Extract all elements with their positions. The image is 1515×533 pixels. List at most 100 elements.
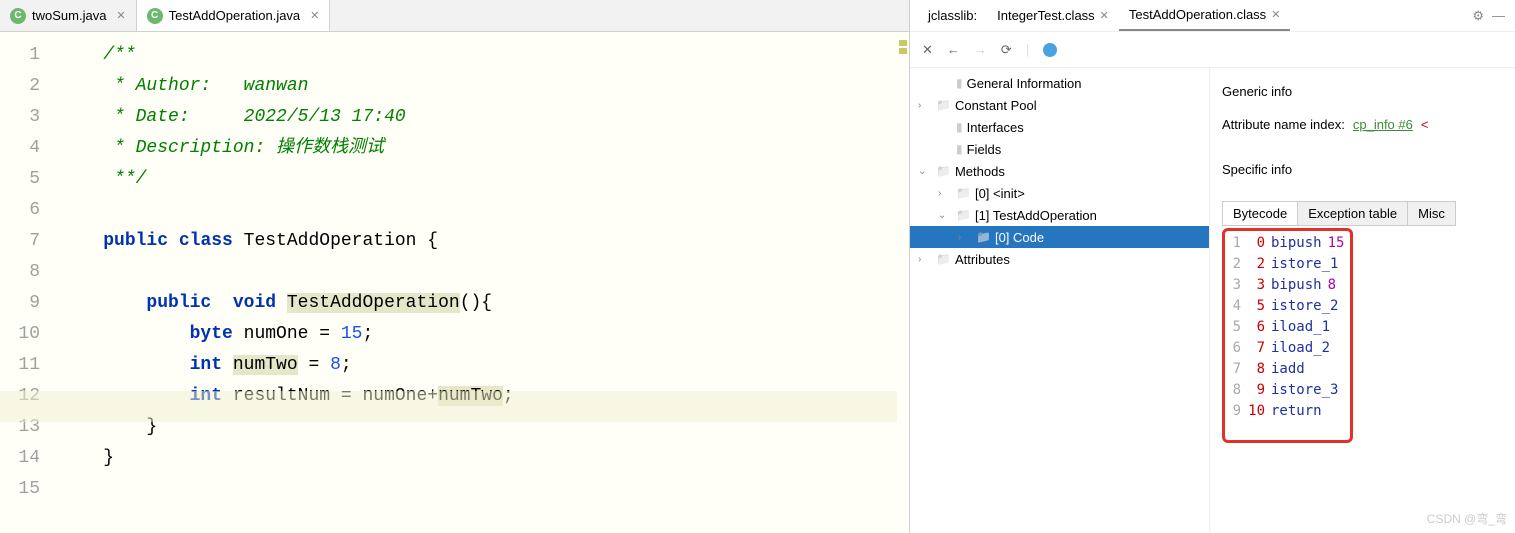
- chevron-icon[interactable]: ›: [918, 100, 932, 111]
- bc-offset: 3: [1243, 275, 1265, 296]
- bytecode-line[interactable]: 56iload_1: [1227, 317, 1344, 338]
- line-gutter: 123 456 789 101112 131415: [0, 32, 60, 533]
- tab-exception-table[interactable]: Exception table: [1298, 202, 1408, 225]
- link-arrow-icon: <: [1421, 117, 1429, 132]
- bc-opcode: return: [1271, 401, 1322, 422]
- bc-opcode: bipush: [1271, 275, 1322, 296]
- code-area[interactable]: 123 456 789 101112 131415 /** * Author: …: [0, 32, 909, 533]
- tree-label: Methods: [955, 164, 1005, 179]
- bytecode-line[interactable]: 10bipush15: [1227, 233, 1344, 254]
- file-icon: ▮: [956, 142, 963, 156]
- close-icon[interactable]: ✕: [922, 42, 933, 58]
- bc-offset: 8: [1243, 359, 1265, 380]
- back-icon[interactable]: ←: [947, 42, 960, 57]
- tab-twosum[interactable]: C twoSum.java ✕: [0, 0, 137, 31]
- bc-line-num: 5: [1227, 317, 1241, 338]
- bc-opcode: iadd: [1271, 359, 1305, 380]
- class-tree[interactable]: ▮ General Information › 📁 Constant Pool ▮ Inte…: [910, 68, 1210, 533]
- tree-label: General Information: [967, 76, 1082, 91]
- bytecode-line[interactable]: 33bipush8: [1227, 275, 1344, 296]
- tree-label: [1] TestAddOperation: [975, 208, 1097, 223]
- file-icon: ▮: [956, 120, 963, 134]
- tree-label: Constant Pool: [955, 98, 1037, 113]
- marker[interactable]: [899, 40, 907, 46]
- jclass-title: jclasslib:: [918, 8, 987, 23]
- bytecode-line[interactable]: 89istore_3: [1227, 380, 1344, 401]
- editor-tabs: C twoSum.java ✕ C TestAddOperation.java …: [0, 0, 909, 32]
- jclasslib-pane: jclasslib: IntegerTest.class ✕ TestAddOp…: [910, 0, 1515, 533]
- bc-offset: 10: [1243, 401, 1265, 422]
- cp-info-link[interactable]: cp_info #6: [1353, 117, 1413, 132]
- attr-name-row: Attribute name index: cp_info #6 <: [1222, 117, 1503, 132]
- globe-icon[interactable]: [1043, 43, 1057, 57]
- chevron-icon[interactable]: ⌄: [938, 210, 952, 221]
- bytecode-tabs: Bytecode Exception table Misc: [1222, 201, 1456, 226]
- jclass-tabbar: jclasslib: IntegerTest.class ✕ TestAddOp…: [910, 0, 1515, 32]
- jclass-tab-testaddoperation[interactable]: TestAddOperation.class ✕: [1119, 0, 1291, 31]
- bc-offset: 2: [1243, 254, 1265, 275]
- tree-label: Interfaces: [967, 120, 1024, 135]
- tab-bytecode[interactable]: Bytecode: [1223, 202, 1298, 225]
- reload-icon[interactable]: ⟳: [1001, 42, 1012, 58]
- tree-label: [0] <init>: [975, 186, 1025, 201]
- tree-row[interactable]: › 📁 [0] <init>: [910, 182, 1209, 204]
- tab-label: twoSum.java: [32, 8, 106, 23]
- close-icon[interactable]: ✕: [1100, 9, 1109, 22]
- tree-row[interactable]: › 📁 Constant Pool: [910, 94, 1209, 116]
- bc-line-num: 4: [1227, 296, 1241, 317]
- tab-misc[interactable]: Misc: [1408, 202, 1455, 225]
- tree-row[interactable]: ›📁Attributes: [910, 248, 1209, 270]
- tree-row[interactable]: ▮ General Information: [910, 72, 1209, 94]
- gear-icon[interactable]: ⚙: [1472, 8, 1484, 24]
- jclass-tab-integertest[interactable]: IntegerTest.class ✕: [987, 0, 1119, 31]
- chevron-icon[interactable]: ⌄: [918, 166, 932, 177]
- editor-pane: C twoSum.java ✕ C TestAddOperation.java …: [0, 0, 910, 533]
- close-icon[interactable]: ✕: [310, 9, 319, 22]
- code-content[interactable]: /** * Author: wanwan * Date: 2022/5/13 1…: [60, 32, 909, 533]
- bc-offset: 5: [1243, 296, 1265, 317]
- specific-info-title: Specific info: [1222, 162, 1503, 177]
- bc-opcode: istore_2: [1271, 296, 1338, 317]
- tree-row[interactable]: ▮Fields: [910, 138, 1209, 160]
- folder-icon: 📁: [976, 230, 991, 244]
- bytecode-line[interactable]: 22istore_1: [1227, 254, 1344, 275]
- tree-row[interactable]: ▮ Interfaces: [910, 116, 1209, 138]
- bc-arg: 8: [1328, 275, 1336, 296]
- chevron-icon[interactable]: ›: [958, 232, 972, 243]
- folder-icon: 📁: [936, 98, 951, 112]
- bc-opcode: iload_1: [1271, 317, 1330, 338]
- bc-arg: 15: [1328, 233, 1345, 254]
- forward-icon[interactable]: →: [974, 42, 987, 57]
- bc-opcode: bipush: [1271, 233, 1322, 254]
- bc-opcode: iload_2: [1271, 338, 1330, 359]
- chevron-icon[interactable]: ›: [938, 188, 952, 199]
- bytecode-line[interactable]: 45 istore_2: [1227, 296, 1344, 317]
- tree-row[interactable]: ›📁[0] Code: [910, 226, 1209, 248]
- bc-line-num: 1: [1227, 233, 1241, 254]
- tree-row[interactable]: ⌄ 📁 Methods: [910, 160, 1209, 182]
- current-line-highlight: [0, 391, 897, 422]
- jclass-toolbar: ✕ ← → ⟳ |: [910, 32, 1515, 68]
- bytecode-line[interactable]: 910 return: [1227, 401, 1344, 422]
- bc-line-num: 9: [1227, 401, 1241, 422]
- java-class-icon: C: [147, 8, 163, 24]
- file-icon: ▮: [956, 76, 963, 90]
- bytecode-line[interactable]: 67iload_2: [1227, 338, 1344, 359]
- folder-icon: 📁: [936, 252, 951, 266]
- jclass-body: ▮ General Information › 📁 Constant Pool ▮ Inte…: [910, 68, 1515, 533]
- folder-icon: 📁: [936, 164, 951, 178]
- marker-column: [897, 32, 909, 533]
- minimize-icon[interactable]: —: [1492, 8, 1505, 23]
- tree-row[interactable]: ⌄ 📁 [1] TestAddOperation: [910, 204, 1209, 226]
- tab-label: TestAddOperation.java: [169, 8, 301, 23]
- bc-line-num: 8: [1227, 380, 1241, 401]
- bytecode-line[interactable]: 78iadd: [1227, 359, 1344, 380]
- chevron-icon[interactable]: ›: [918, 254, 932, 265]
- marker[interactable]: [899, 48, 907, 54]
- tab-testaddoperation[interactable]: C TestAddOperation.java ✕: [137, 0, 331, 31]
- folder-icon: 📁: [956, 186, 971, 200]
- close-icon[interactable]: ✕: [1271, 8, 1280, 21]
- folder-icon: 📁: [956, 208, 971, 222]
- close-icon[interactable]: ✕: [116, 9, 125, 22]
- watermark: CSDN @弯_弯: [1427, 510, 1507, 527]
